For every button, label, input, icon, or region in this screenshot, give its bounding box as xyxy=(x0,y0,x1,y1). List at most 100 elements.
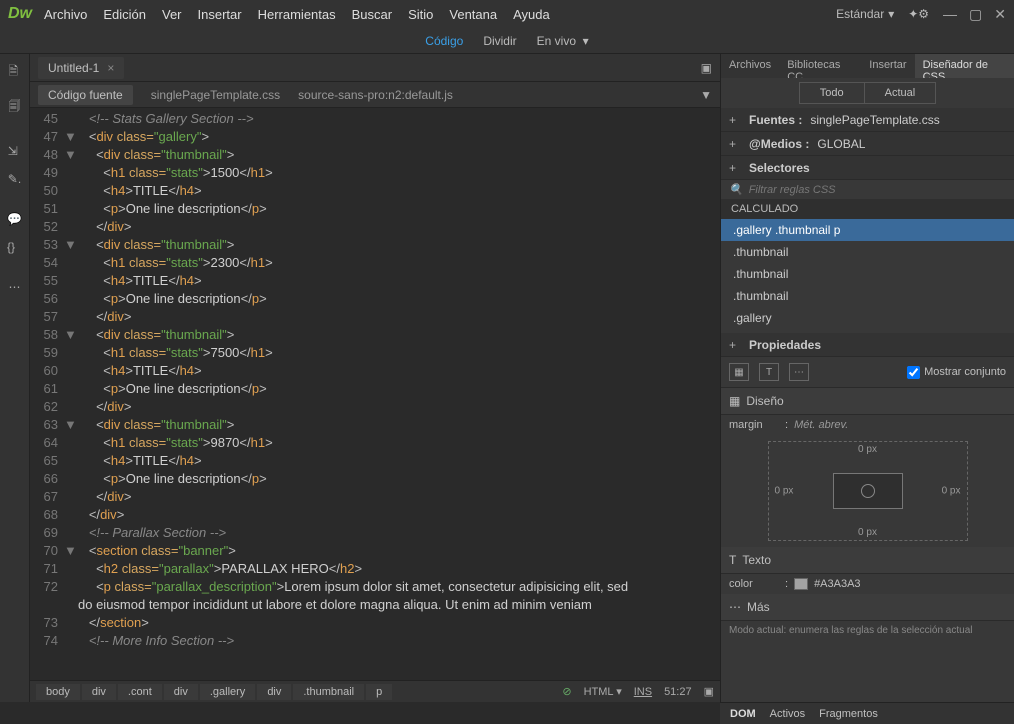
code-line[interactable]: 56 <p>One line description</p> xyxy=(30,290,720,308)
code-line[interactable]: 52 </div> xyxy=(30,218,720,236)
code-line[interactable]: 62 </div> xyxy=(30,398,720,416)
margin-property[interactable]: margin: Mét. abrev. xyxy=(721,415,1014,435)
code-line[interactable]: 58▼ <div class="thumbnail"> xyxy=(30,326,720,344)
bottom-tab[interactable]: DOM xyxy=(730,708,756,720)
selector-item[interactable]: .thumbnail xyxy=(721,263,1014,285)
code-editor[interactable]: 45 <!-- Stats Gallery Section -->47▼ <di… xyxy=(30,108,720,680)
menu-ver[interactable]: Ver xyxy=(162,7,182,22)
file-icon[interactable]: 🗎 xyxy=(9,62,21,83)
close-icon[interactable]: ✕ xyxy=(994,6,1006,23)
selectors-header[interactable]: + Selectores xyxy=(721,156,1014,180)
properties-header[interactable]: + Propiedades xyxy=(721,333,1014,357)
viewmode-code[interactable]: Código xyxy=(425,34,463,48)
link-icon[interactable] xyxy=(861,484,875,498)
code-line[interactable]: 74 <!-- More Info Section --> xyxy=(30,632,720,650)
selector-item[interactable]: .gallery xyxy=(721,307,1014,329)
wand-icon[interactable]: ✎. xyxy=(8,172,21,186)
sources-row[interactable]: + Fuentes : singlePageTemplate.css xyxy=(721,108,1014,132)
code-line[interactable]: 67 </div> xyxy=(30,488,720,506)
panel-tab[interactable]: Archivos xyxy=(721,54,779,78)
menu-herramientas[interactable]: Herramientas xyxy=(258,7,336,22)
code-line[interactable]: 49 <h1 class="stats">1500</h1> xyxy=(30,164,720,182)
code-line[interactable]: 72 <p class="parallax_description">Lorem… xyxy=(30,578,720,614)
mode-all[interactable]: Todo xyxy=(799,82,865,104)
code-line[interactable]: 53▼ <div class="thumbnail"> xyxy=(30,236,720,254)
plus-icon[interactable]: + xyxy=(729,137,741,151)
language-selector[interactable]: HTML ▾ xyxy=(584,685,622,698)
breadcrumb-item[interactable]: div xyxy=(82,684,116,700)
more-icon[interactable]: ⋯ xyxy=(9,280,21,294)
code-line[interactable]: 50 <h4>TITLE</h4> xyxy=(30,182,720,200)
code-line[interactable]: 54 <h1 class="stats">2300</h1> xyxy=(30,254,720,272)
filter-input[interactable]: 🔍 Filtrar reglas CSS xyxy=(721,180,1014,199)
code-line[interactable]: 61 <p>One line description</p> xyxy=(30,380,720,398)
insert-mode[interactable]: INS xyxy=(634,686,652,698)
breadcrumb-item[interactable]: body xyxy=(36,684,80,700)
overflow-icon[interactable]: ▣ xyxy=(704,685,714,698)
text-category-icon[interactable]: T xyxy=(759,363,779,381)
breadcrumb-item[interactable]: .thumbnail xyxy=(293,684,364,700)
settings-icon[interactable]: ✦⚙ xyxy=(908,7,929,21)
plus-icon[interactable]: + xyxy=(729,113,741,127)
code-line[interactable]: 66 <p>One line description</p> xyxy=(30,470,720,488)
panel-toggle-icon[interactable]: ▣ xyxy=(701,61,712,75)
more-category-icon[interactable]: ⋯ xyxy=(789,363,809,381)
panel-tab[interactable]: Diseñador de CSS xyxy=(915,54,1014,78)
workspace-menu[interactable]: Estándar ▾ xyxy=(836,7,894,21)
related-file[interactable]: singlePageTemplate.css xyxy=(151,88,280,102)
files-icon[interactable]: 🗐 xyxy=(9,97,21,118)
mode-current[interactable]: Actual xyxy=(865,82,937,104)
menu-buscar[interactable]: Buscar xyxy=(352,7,392,22)
code-line[interactable]: 45 <!-- Stats Gallery Section --> xyxy=(30,110,720,128)
layout-category-icon[interactable]: ▦ xyxy=(729,363,749,381)
source-code-button[interactable]: Código fuente xyxy=(38,85,133,105)
breadcrumb-item[interactable]: .gallery xyxy=(200,684,255,700)
code-line[interactable]: 47▼ <div class="gallery"> xyxy=(30,128,720,146)
box-model[interactable]: 0 px 0 px 0 px 0 px xyxy=(768,441,968,541)
code-line[interactable]: 69 <!-- Parallax Section --> xyxy=(30,524,720,542)
panel-tab[interactable]: Bibliotecas CC xyxy=(779,54,861,78)
code-line[interactable]: 68 </div> xyxy=(30,506,720,524)
viewmode-split[interactable]: Dividir xyxy=(483,34,516,48)
menu-insertar[interactable]: Insertar xyxy=(198,7,242,22)
code-line[interactable]: 59 <h1 class="stats">7500</h1> xyxy=(30,344,720,362)
viewmode-live[interactable]: En vivo ▾ xyxy=(537,34,589,48)
selector-item[interactable]: .thumbnail xyxy=(721,285,1014,307)
menu-ayuda[interactable]: Ayuda xyxy=(513,7,550,22)
document-tab[interactable]: Untitled-1 × xyxy=(38,57,124,79)
bottom-tab[interactable]: Activos xyxy=(770,708,805,720)
code-line[interactable]: 57 </div> xyxy=(30,308,720,326)
minimize-icon[interactable]: — xyxy=(943,6,957,23)
menu-sitio[interactable]: Sitio xyxy=(408,7,433,22)
color-swatch[interactable] xyxy=(794,578,808,590)
maximize-icon[interactable]: ▢ xyxy=(969,6,982,23)
code-line[interactable]: 63▼ <div class="thumbnail"> xyxy=(30,416,720,434)
code-line[interactable]: 64 <h1 class="stats">9870</h1> xyxy=(30,434,720,452)
media-row[interactable]: + @Medios : GLOBAL xyxy=(721,132,1014,156)
breadcrumb-item[interactable]: div xyxy=(257,684,291,700)
plus-icon[interactable]: + xyxy=(729,161,741,175)
menu-ventana[interactable]: Ventana xyxy=(449,7,497,22)
code-line[interactable]: 48▼ <div class="thumbnail"> xyxy=(30,146,720,164)
bottom-tab[interactable]: Fragmentos xyxy=(819,708,878,720)
code-line[interactable]: 51 <p>One line description</p> xyxy=(30,200,720,218)
code-line[interactable]: 65 <h4>TITLE</h4> xyxy=(30,452,720,470)
plus-icon[interactable]: + xyxy=(729,338,741,352)
tab-close-icon[interactable]: × xyxy=(107,61,114,75)
related-file[interactable]: source-sans-pro:n2:default.js xyxy=(298,88,453,102)
filter-icon[interactable]: ▼ xyxy=(700,88,712,102)
menu-edición[interactable]: Edición xyxy=(103,7,146,22)
code-line[interactable]: 73 </section> xyxy=(30,614,720,632)
breadcrumb-item[interactable]: div xyxy=(164,684,198,700)
selector-item[interactable]: .gallery .thumbnail p xyxy=(721,219,1014,241)
show-set-checkbox[interactable]: Mostrar conjunto xyxy=(907,366,1006,379)
code-line[interactable]: 55 <h4>TITLE</h4> xyxy=(30,272,720,290)
breadcrumb-item[interactable]: .cont xyxy=(118,684,162,700)
expand-icon[interactable]: ⇲ xyxy=(8,144,21,158)
menu-archivo[interactable]: Archivo xyxy=(44,7,87,22)
code-line[interactable]: 60 <h4>TITLE</h4> xyxy=(30,362,720,380)
color-property[interactable]: color: #A3A3A3 xyxy=(721,574,1014,594)
selector-item[interactable]: .thumbnail xyxy=(721,241,1014,263)
code-line[interactable]: 70▼ <section class="banner"> xyxy=(30,542,720,560)
panel-tab[interactable]: Insertar xyxy=(861,54,914,78)
